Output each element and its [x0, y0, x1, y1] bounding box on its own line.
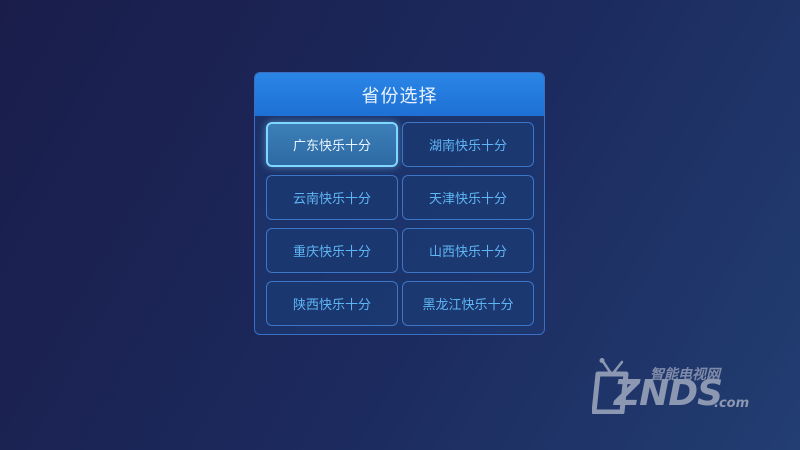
province-button-chongqing[interactable]: 重庆快乐十分	[266, 228, 398, 273]
province-button-shaanxi[interactable]: 陕西快乐十分	[266, 281, 398, 326]
dialog-title: 省份选择	[361, 85, 438, 107]
province-button-heilongjiang[interactable]: 黑龙江快乐十分	[402, 281, 534, 326]
watermark-logo: 智能电视网 ZNDS .com	[592, 350, 762, 420]
dialog-header: 省份选择	[255, 73, 544, 116]
province-button-tianjin[interactable]: 天津快乐十分	[402, 175, 534, 220]
province-select-dialog: 省份选择 广东快乐十分 湖南快乐十分 云南快乐十分 天津快乐十分 重庆快乐十分 …	[254, 72, 545, 335]
province-grid: 广东快乐十分 湖南快乐十分 云南快乐十分 天津快乐十分 重庆快乐十分 山西快乐十…	[266, 122, 534, 326]
province-button-guangdong[interactable]: 广东快乐十分	[266, 122, 398, 167]
province-button-hunan[interactable]: 湖南快乐十分	[402, 122, 534, 167]
watermark-domain: .com	[714, 396, 750, 411]
province-button-shanxi[interactable]: 山西快乐十分	[402, 228, 534, 273]
province-button-yunnan[interactable]: 云南快乐十分	[266, 175, 398, 220]
watermark-brand: ZNDS	[614, 373, 723, 414]
